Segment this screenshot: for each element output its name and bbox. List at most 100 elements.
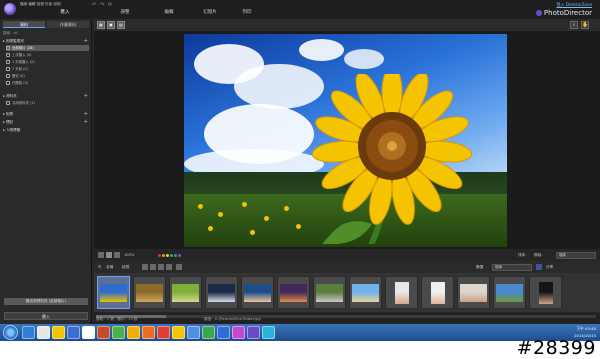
portrait-3-thumb[interactable] — [457, 276, 490, 309]
lake-thumb[interactable] — [205, 276, 238, 309]
sunflower-thumb[interactable] — [97, 276, 130, 309]
menu-plugins[interactable]: 外掛 — [45, 2, 52, 6]
section-folders[interactable]: ▸ 資料夾 + — [3, 93, 89, 99]
list-item[interactable]: 上次匯入 (0) — [6, 52, 89, 58]
grid-view-icon[interactable]: ▦ — [97, 21, 105, 29]
rotate-left-icon[interactable] — [142, 264, 148, 270]
add-album-icon[interactable]: + — [84, 111, 88, 117]
tab-slideshow[interactable]: 幻燈片 — [190, 8, 230, 18]
grid-view-toggle-icon[interactable] — [106, 252, 112, 258]
import-button[interactable]: 匯入 — [4, 312, 88, 320]
coast-thumb[interactable] — [241, 276, 274, 309]
taskbar-app-icon[interactable] — [37, 326, 50, 339]
list-item[interactable]: 1 天前匯入 (0) — [6, 59, 89, 65]
group-select[interactable]: 檔案 — [556, 252, 596, 259]
taskbar-app-icon[interactable] — [262, 326, 275, 339]
photodirector-logo-icon[interactable] — [4, 3, 16, 15]
portrait-1-thumb[interactable] — [385, 276, 418, 309]
menu-edit[interactable]: 編輯 — [28, 2, 35, 6]
sort-menu-icon[interactable]: ☰ — [98, 261, 101, 273]
taskbar-app-icon[interactable] — [127, 326, 140, 339]
list-item[interactable]: 7 天前 (0) — [6, 66, 89, 72]
export-button[interactable]: 匯出到資料夾 (全部相片) — [4, 298, 88, 305]
grass-thumb[interactable] — [169, 276, 202, 309]
delete-icon[interactable] — [166, 264, 172, 270]
list-item[interactable]: 全部相片 (28) — [6, 45, 89, 51]
thumbnail-image — [430, 281, 445, 304]
list-item-label: 1 天前匯入 (0) — [12, 60, 35, 64]
taskbar-app-icon[interactable] — [187, 326, 200, 339]
taskbar-app-icon[interactable] — [97, 326, 110, 339]
list-view-icon[interactable] — [114, 252, 120, 258]
sort-by-label[interactable]: 名稱 — [106, 261, 113, 273]
menu-file[interactable]: 檔案 — [20, 2, 27, 6]
portrait-4-thumb[interactable] — [529, 276, 562, 309]
filmstrip-view-icon[interactable] — [98, 252, 104, 258]
taskbar-app-icon[interactable] — [217, 326, 230, 339]
tab-edit[interactable]: 編輯 — [154, 8, 184, 18]
search-input[interactable]: 搜尋 — [492, 264, 532, 271]
add-folder-icon[interactable]: + — [84, 93, 88, 99]
taskbar-app-icon[interactable] — [157, 326, 170, 339]
single-view-icon[interactable]: ▣ — [107, 21, 115, 29]
tab-projects[interactable]: 作業資料 — [47, 21, 89, 28]
taskbar-app-icon[interactable] — [52, 326, 65, 339]
tab-print[interactable]: 列印 — [232, 8, 262, 18]
taskbar-app-icon[interactable] — [172, 326, 185, 339]
section-collections[interactable]: ▸ 相簿監視夾 + — [3, 38, 89, 44]
redo-icon[interactable]: ↷ — [100, 2, 104, 8]
thumbnail-scrollbar[interactable] — [96, 315, 596, 318]
compare-view-icon[interactable]: ▤ — [117, 21, 125, 29]
taskbar-app-icon[interactable] — [67, 326, 80, 339]
sunset-thumb[interactable] — [277, 276, 310, 309]
taskbar-app-icon[interactable] — [247, 326, 260, 339]
undo-icon[interactable]: ↶ — [92, 2, 96, 8]
signin-link[interactable]: 登入 DirectorZone — [556, 2, 592, 8]
list-item[interactable]: 歷史 (0) — [6, 73, 89, 79]
cloud — [299, 39, 344, 61]
menu-view[interactable]: 檢視 — [37, 2, 44, 6]
person-icon[interactable] — [176, 264, 182, 270]
yellow-label-icon[interactable] — [166, 254, 169, 257]
taskbar-app-icon[interactable] — [142, 326, 155, 339]
rotate-right-icon[interactable] — [150, 264, 156, 270]
thumbnail-image — [100, 283, 127, 302]
add-tag-icon[interactable]: + — [84, 119, 88, 125]
list-item[interactable]: 已刪除 (0) — [6, 80, 89, 86]
spiral-thumb[interactable] — [133, 276, 166, 309]
beach-thumb[interactable] — [349, 276, 382, 309]
portrait-2-thumb[interactable] — [421, 276, 454, 309]
tab-adjust[interactable]: 調整 — [110, 8, 140, 18]
sunflower-photo[interactable] — [184, 34, 507, 247]
section-people[interactable]: ▸ 人物標籤 — [3, 127, 89, 133]
orange-label-icon[interactable] — [162, 254, 165, 257]
share-label[interactable]: 分享 — [546, 261, 553, 273]
title-bar: ↶ ↷ ⟳ 檔案 編輯 檢視 外掛 說明 匯入 調整 編輯 幻燈片 列印 登入 … — [0, 0, 600, 19]
menu-help[interactable]: 說明 — [53, 2, 60, 6]
facebook-icon[interactable] — [536, 264, 542, 270]
tab-import[interactable]: 匯入 — [50, 8, 80, 18]
list-item[interactable]: 共用資料夾 (1) — [6, 100, 89, 106]
zoom-icon[interactable]: ⌕ — [570, 21, 578, 29]
green-label-icon[interactable] — [170, 254, 173, 257]
taskbar-app-icon[interactable] — [112, 326, 125, 339]
red-label-icon[interactable] — [158, 254, 161, 257]
landscape-thumb[interactable] — [493, 276, 526, 309]
taskbar-app-icon[interactable] — [82, 326, 95, 339]
blue-label-icon[interactable] — [174, 254, 177, 257]
filmstrip-toolbar-top: 100% 排序： 群組： 檔案 — [94, 250, 600, 260]
section-tags[interactable]: ▸ 標記 + — [3, 119, 89, 125]
flag-icon[interactable] — [158, 264, 164, 270]
taskbar-app-icon[interactable] — [22, 326, 35, 339]
library-search[interactable]: 搜尋：all — [3, 31, 18, 36]
taskbar-app-icon[interactable] — [232, 326, 245, 339]
bridge-thumb[interactable] — [313, 276, 346, 309]
purple-label-icon[interactable] — [178, 254, 181, 257]
start-button[interactable] — [3, 325, 18, 340]
taskbar-app-icon[interactable] — [202, 326, 215, 339]
hand-tool-icon[interactable]: ✋ — [581, 21, 589, 29]
add-collection-icon[interactable]: + — [84, 38, 88, 44]
view-label[interactable]: 檢視 — [122, 261, 129, 273]
section-albums[interactable]: ▸ 相簿 + — [3, 111, 89, 117]
tab-library[interactable]: 資料 — [3, 21, 45, 28]
